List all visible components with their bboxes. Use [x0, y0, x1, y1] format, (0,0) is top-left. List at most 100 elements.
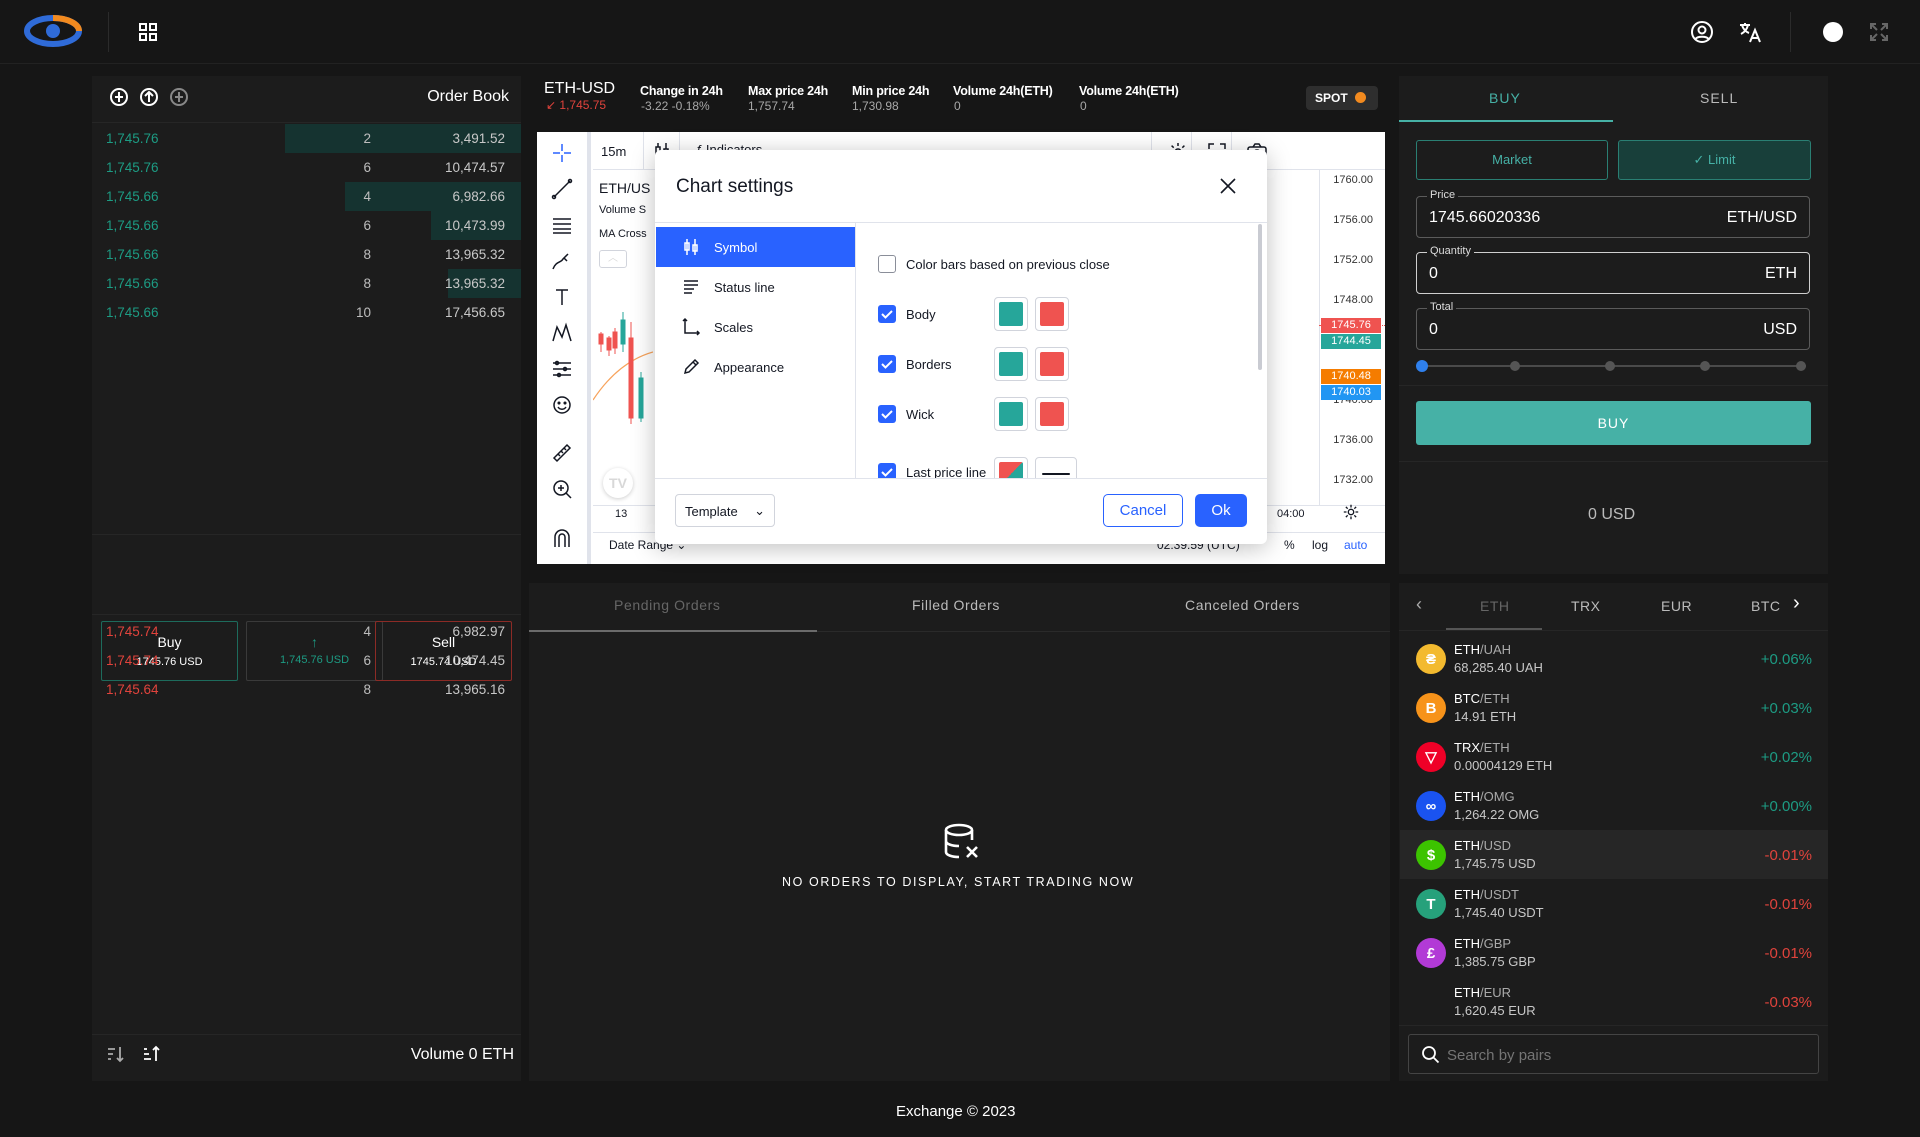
total-value[interactable]: 0 — [1429, 321, 1438, 339]
borders-down-color[interactable] — [1035, 347, 1069, 381]
log-toggle[interactable]: log — [1312, 538, 1328, 552]
amount-slider-handle[interactable] — [1416, 360, 1428, 372]
total-field[interactable]: Total 0 USD — [1416, 301, 1810, 350]
borders-up-color[interactable] — [994, 347, 1028, 381]
trend-line-icon[interactable] — [537, 172, 587, 206]
bid-row[interactable]: 1,745.66 6 10,473.99 — [92, 211, 521, 240]
quantity-field[interactable]: Quantity 0 ETH — [1416, 245, 1810, 294]
template-dropdown[interactable]: Template ⌄ — [675, 494, 775, 527]
fullscreen-icon[interactable] — [1866, 19, 1892, 45]
theme-toggle[interactable] — [1821, 20, 1845, 44]
text-tool-icon[interactable] — [537, 280, 587, 314]
borders-checkbox[interactable] — [878, 355, 896, 373]
bids-asks-view-icon[interactable] — [108, 86, 130, 108]
nav-appearance[interactable]: Appearance — [656, 347, 855, 387]
slider-step-50[interactable] — [1605, 361, 1615, 371]
prediction-icon[interactable] — [537, 352, 587, 386]
axis-settings-icon[interactable] — [1342, 503, 1360, 526]
slider-step-100[interactable] — [1796, 361, 1806, 371]
tab-pending-orders[interactable]: Pending Orders — [614, 597, 720, 613]
crosshair-icon[interactable] — [537, 136, 587, 170]
sort-asc-icon[interactable] — [104, 1042, 128, 1066]
nav-scales[interactable]: Scales — [656, 307, 855, 347]
tab-btc[interactable]: BTC — [1751, 598, 1783, 614]
uah-coin-icon: ₴ — [1416, 644, 1446, 674]
wick-down-color[interactable] — [1035, 397, 1069, 431]
pair-row[interactable]: T ETH/USDT 1,745.40 USDT -0.01% — [1400, 879, 1828, 928]
bid-row[interactable]: 1,745.76 6 10,474.57 — [92, 153, 521, 182]
tab-filled-orders[interactable]: Filled Orders — [912, 597, 1000, 613]
zoom-in-icon[interactable] — [537, 472, 587, 506]
pair-row[interactable]: $ ETH/USD 1,745.75 USD -0.01% — [1400, 830, 1828, 879]
limit-order-button[interactable]: ✓ Limit — [1618, 140, 1811, 180]
market-order-button[interactable]: Market — [1416, 140, 1608, 180]
tradingview-logo[interactable]: TV — [603, 468, 633, 498]
price-field[interactable]: Price 1745.66020336 ETH/USD — [1416, 189, 1810, 238]
spot-badge[interactable]: SPOT — [1306, 86, 1378, 110]
tab-sell[interactable]: SELL — [1700, 90, 1738, 106]
tab-eur[interactable]: EUR — [1661, 598, 1692, 614]
pair-row[interactable]: ₴ ETH/UAH 68,285.40 UAH +0.06% — [1400, 634, 1828, 683]
nav-symbol[interactable]: Symbol — [656, 227, 855, 267]
tab-buy[interactable]: BUY — [1489, 90, 1521, 106]
logo[interactable] — [22, 12, 86, 50]
color-bars-checkbox[interactable] — [878, 255, 896, 273]
pattern-icon[interactable] — [537, 316, 587, 350]
tab-trx[interactable]: TRX — [1571, 598, 1601, 614]
bid-row[interactable]: 1,745.66 8 13,965.32 — [92, 240, 521, 269]
asks-list: 1,745.74 4 6,982.97 1,745.74 6 10,474.45 1,745… — [92, 617, 521, 707]
interval-select[interactable]: 15m — [601, 144, 626, 159]
body-down-color[interactable] — [1035, 297, 1069, 331]
search-input[interactable] — [1447, 1044, 1807, 1066]
last-price-checkbox[interactable] — [878, 463, 896, 478]
bid-row[interactable]: 1,745.66 10 17,456.65 — [92, 298, 521, 327]
tab-canceled-orders[interactable]: Canceled Orders — [1185, 597, 1300, 613]
price-value[interactable]: 1745.66020336 — [1429, 209, 1540, 227]
ok-button[interactable]: Ok — [1195, 494, 1247, 527]
pair-row[interactable]: ▽ TRX/ETH 0.00004129 ETH +0.02% — [1400, 732, 1828, 781]
cancel-button[interactable]: Cancel — [1103, 494, 1183, 527]
pair-row[interactable]: ∞ ETH/OMG 1,264.22 OMG +0.00% — [1400, 781, 1828, 830]
grid-icon[interactable] — [136, 20, 160, 44]
tab-eth[interactable]: ETH — [1480, 598, 1510, 614]
last-price-color[interactable] — [994, 457, 1028, 478]
close-icon[interactable] — [1218, 176, 1238, 201]
body-checkbox[interactable] — [878, 305, 896, 323]
search-pairs-field[interactable] — [1408, 1034, 1819, 1074]
user-icon[interactable] — [1688, 18, 1716, 46]
wick-checkbox[interactable] — [878, 405, 896, 423]
emoji-icon[interactable] — [537, 388, 587, 422]
ask-row[interactable]: 1,745.74 4 6,982.97 — [92, 617, 521, 646]
bid-row[interactable]: 1,745.66 8 13,965.32 — [92, 269, 521, 298]
asks-view-icon[interactable] — [168, 86, 190, 108]
bid-row[interactable]: 1,745.66 4 6,982.66 — [92, 182, 521, 211]
pair-row[interactable]: B BTC/ETH 14.91 ETH +0.03% — [1400, 683, 1828, 732]
buy-submit-button[interactable]: BUY — [1416, 401, 1811, 445]
slider-step-25[interactable] — [1510, 361, 1520, 371]
ask-row[interactable]: 1,745.74 6 10,474.45 — [92, 646, 521, 675]
dialog-scrollbar[interactable] — [1258, 224, 1262, 370]
percent-toggle[interactable]: % — [1284, 538, 1295, 552]
brush-icon[interactable] — [537, 244, 587, 278]
chevron-right-icon[interactable]: › — [1793, 592, 1800, 615]
wick-up-color[interactable] — [994, 397, 1028, 431]
collapse-legend-button[interactable]: ︿ — [599, 250, 627, 268]
body-up-color[interactable] — [994, 297, 1028, 331]
nav-status-line[interactable]: Status line — [656, 267, 855, 307]
pair-row[interactable]: ETH/EUR 1,620.45 EUR -0.03% — [1400, 977, 1828, 1026]
ruler-icon[interactable] — [537, 436, 587, 470]
slider-step-75[interactable] — [1700, 361, 1710, 371]
auto-toggle[interactable]: auto — [1344, 538, 1367, 552]
last-price-line-style[interactable] — [1035, 457, 1077, 478]
magnet-icon[interactable] — [537, 522, 587, 556]
ask-row[interactable]: 1,745.64 8 13,965.16 — [92, 675, 521, 704]
sort-desc-icon[interactable] — [140, 1042, 164, 1066]
bids-view-icon[interactable] — [138, 86, 160, 108]
bid-row[interactable]: 1,745.76 2 3,491.52 — [92, 124, 521, 153]
chevron-left-icon[interactable]: ‹ — [1416, 594, 1422, 615]
pair-row[interactable]: £ ETH/GBP 1,385.75 GBP -0.01% — [1400, 928, 1828, 977]
translate-icon[interactable] — [1736, 18, 1764, 46]
fib-icon[interactable] — [537, 208, 587, 242]
quantity-value[interactable]: 0 — [1429, 265, 1438, 283]
max-value: 1,757.74 — [748, 99, 795, 113]
